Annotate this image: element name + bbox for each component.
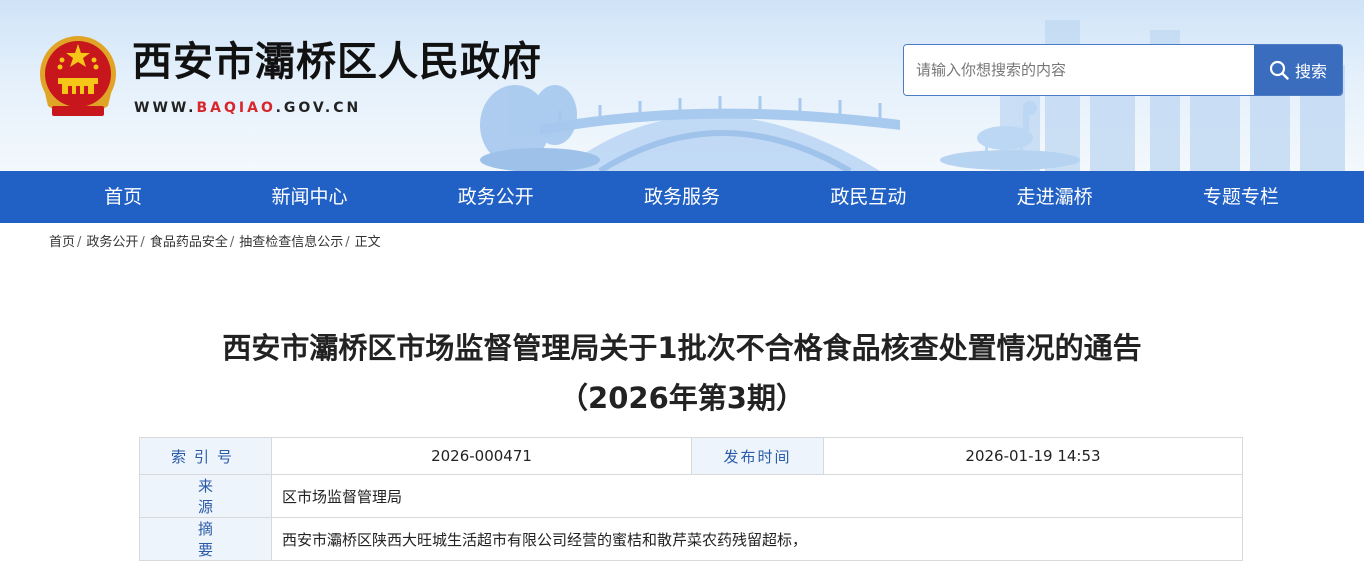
nav-item-special-topics[interactable]: 专题专栏 xyxy=(1148,171,1334,223)
breadcrumb-link-gov-affairs[interactable]: 政务公开 xyxy=(86,235,138,250)
nav-item-gov-affairs-public[interactable]: 政务公开 xyxy=(403,171,589,223)
search-input[interactable] xyxy=(904,45,1256,95)
search-button[interactable]: 搜索 xyxy=(1254,45,1342,95)
header-banner: 西安市灞桥区人民政府 WWW.BAQIAO.GOV.CN 搜索 xyxy=(0,0,1364,171)
national-emblem-icon xyxy=(40,36,116,116)
nav-item-news[interactable]: 新闻中心 xyxy=(216,171,402,223)
nav-item-about-baqiao[interactable]: 走进灞桥 xyxy=(961,171,1147,223)
nav-item-interaction[interactable]: 政民互动 xyxy=(775,171,961,223)
search-icon xyxy=(1269,60,1289,80)
site-url-highlight: BAQIAO xyxy=(196,100,276,116)
breadcrumb-link-inspection-info[interactable]: 抽查检查信息公示 xyxy=(239,235,343,250)
source-label: 来源 xyxy=(139,474,272,518)
publish-date-value: 2026-01-19 14:53 xyxy=(823,437,1243,475)
search-button-label: 搜索 xyxy=(1294,62,1327,81)
site-url-suffix: .GOV.CN xyxy=(275,100,362,116)
breadcrumb: 首页 / 政务公开 / 食品药品安全 / 抽查检查信息公示 / 正文 xyxy=(49,234,381,252)
site-url-prefix: WWW. xyxy=(134,100,197,116)
site-url[interactable]: WWW.BAQIAO.GOV.CN xyxy=(134,101,361,115)
nav-item-gov-services[interactable]: 政务服务 xyxy=(589,171,775,223)
breadcrumb-current: 正文 xyxy=(354,235,381,250)
publish-date-label: 发布时间 xyxy=(691,437,824,475)
source-value: 区市场监督管理局 xyxy=(271,474,1243,518)
breadcrumb-separator: / xyxy=(229,235,235,250)
breadcrumb-link-home[interactable]: 首页 xyxy=(49,235,75,250)
article-info-table: 索引号 2026-000471 发布时间 2026-01-19 14:53 来源… xyxy=(139,437,1243,561)
info-row-summary: 摘要 西安市灞桥区陕西大旺城生活超市有限公司经营的蜜桔和散芹菜农药残留超标， xyxy=(139,517,1243,561)
article-title-line2: （2026年第3期） xyxy=(559,381,805,415)
article-title: 西安市灞桥区市场监督管理局关于1批次不合格食品核查处置情况的通告 （2026年第… xyxy=(0,326,1364,420)
site-title[interactable]: 西安市灞桥区人民政府 xyxy=(132,42,542,82)
breadcrumb-separator: / xyxy=(345,235,350,250)
index-value: 2026-000471 xyxy=(271,437,692,475)
summary-label: 摘要 xyxy=(139,517,272,561)
info-row-source: 来源 区市场监督管理局 xyxy=(139,474,1243,518)
summary-value: 西安市灞桥区陕西大旺城生活超市有限公司经营的蜜桔和散芹菜农药残留超标， xyxy=(271,517,1243,561)
breadcrumb-separator: / xyxy=(140,235,145,250)
article-title-line1: 西安市灞桥区市场监督管理局关于1批次不合格食品核查处置情况的通告 xyxy=(222,331,1142,365)
breadcrumb-link-food-drug-safety[interactable]: 食品药品安全 xyxy=(150,235,228,250)
info-row-index: 索引号 2026-000471 发布时间 2026-01-19 14:53 xyxy=(139,437,1243,475)
breadcrumb-separator: / xyxy=(77,235,82,250)
nav-item-home[interactable]: 首页 xyxy=(30,171,216,223)
search-box: 搜索 xyxy=(903,44,1343,96)
main-nav: 首页 新闻中心 政务公开 政务服务 政民互动 走进灞桥 专题专栏 xyxy=(0,171,1364,223)
index-label: 索引号 xyxy=(139,437,272,475)
